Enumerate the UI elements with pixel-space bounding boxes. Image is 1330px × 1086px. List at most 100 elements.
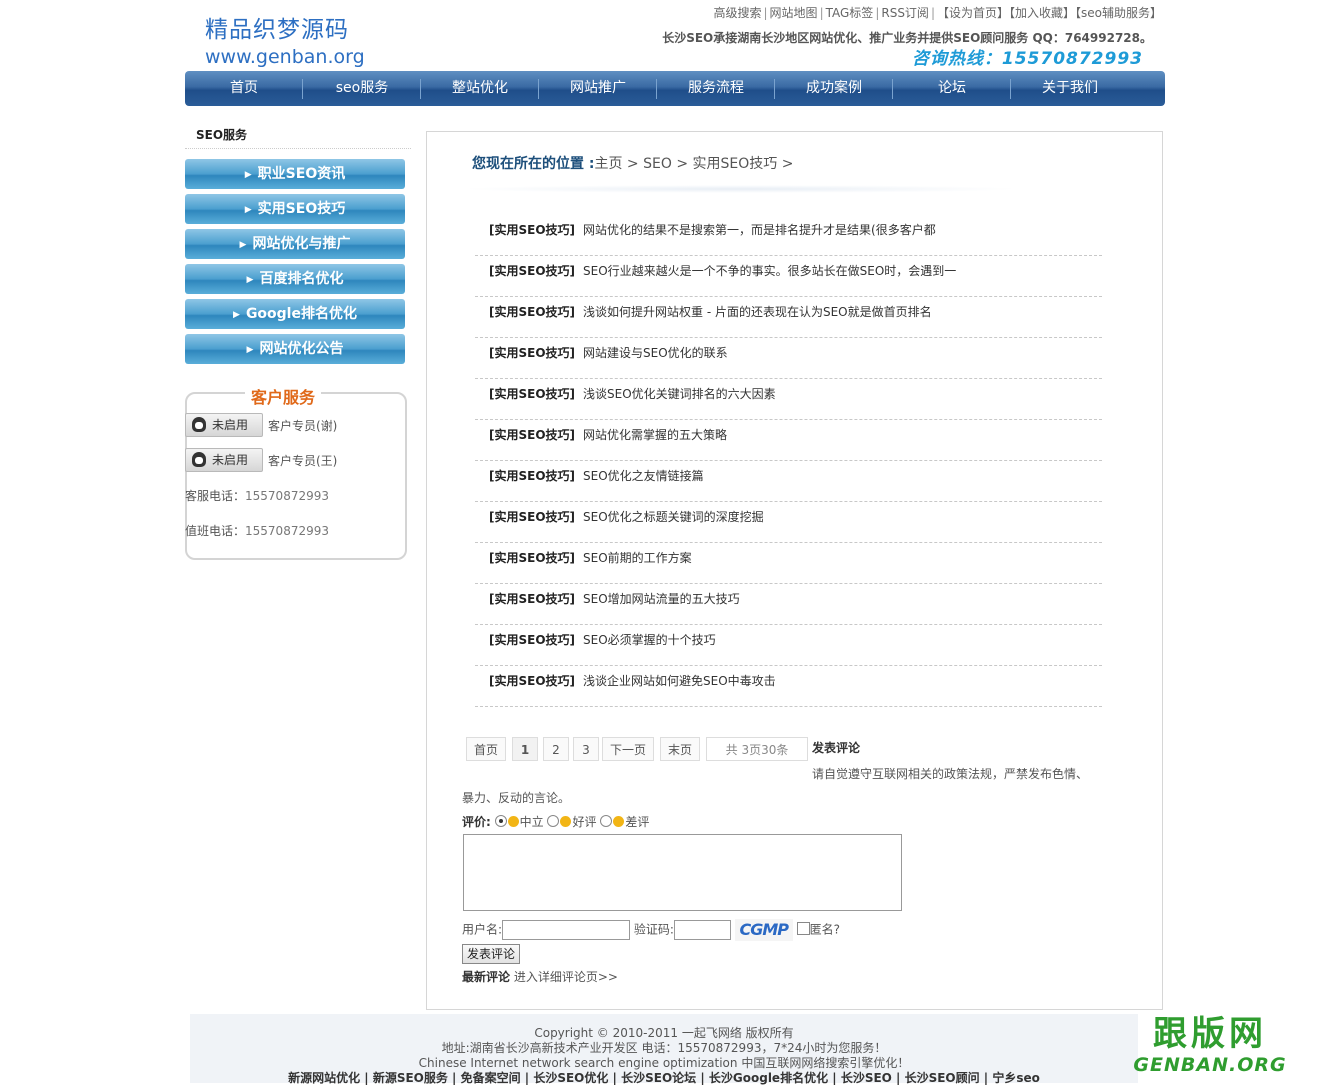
rating-bad-radio[interactable] bbox=[600, 815, 613, 827]
set-homepage-link[interactable]: 【设为首页】 bbox=[937, 6, 1009, 20]
agent-name: 客户专员(王) bbox=[268, 454, 338, 468]
page-next[interactable]: 下一页 bbox=[602, 737, 654, 761]
username-label: 用户名: bbox=[462, 922, 503, 937]
thumbs-down-icon bbox=[613, 816, 625, 827]
article-title[interactable]: 浅谈如何提升网站权重 - 片面的还表现在认为SEO就是做首页排名 bbox=[583, 305, 932, 319]
sidebar-item-seo-news[interactable]: ▶ 职业SEO资讯 bbox=[185, 159, 405, 189]
bookmark-link[interactable]: 【加入收藏】 bbox=[1009, 6, 1075, 20]
page-2[interactable]: 2 bbox=[543, 737, 569, 761]
captcha-image[interactable]: CGMP bbox=[734, 919, 793, 941]
sidebar-item-label: 网站优化公告 bbox=[259, 341, 344, 357]
article-title[interactable]: SEO必须掌握的十个技巧 bbox=[583, 633, 716, 647]
sidebar-item-announcement[interactable]: ▶ 网站优化公告 bbox=[185, 334, 405, 364]
list-item: [实用SEO技巧] 网站建设与SEO优化的联系 bbox=[475, 338, 1102, 379]
article-title[interactable]: 浅谈企业网站如何避免SEO中毒攻击 bbox=[583, 674, 776, 688]
nav-seo-service[interactable]: seo服务 bbox=[303, 71, 421, 106]
divider bbox=[185, 148, 411, 149]
advanced-search-link[interactable]: 高级搜索 bbox=[713, 6, 761, 20]
user-row: 用户名: 验证码: CGMP 匿名? bbox=[462, 919, 840, 941]
article-tag[interactable]: [实用SEO技巧] bbox=[489, 387, 575, 401]
list-item: [实用SEO技巧] SEO前期的工作方案 bbox=[475, 543, 1102, 584]
captcha-input[interactable] bbox=[673, 920, 731, 940]
article-title[interactable]: 网站优化需掌握的五大策略 bbox=[583, 428, 727, 442]
sidebar-item-seo-tips[interactable]: ▶ 实用SEO技巧 bbox=[185, 194, 405, 224]
article-title[interactable]: SEO前期的工作方案 bbox=[583, 551, 692, 565]
nav-promotion[interactable]: 网站推广 bbox=[539, 71, 657, 106]
list-item: [实用SEO技巧] 浅谈企业网站如何避免SEO中毒攻击 bbox=[475, 666, 1102, 707]
rating-row: 评价: 中立 好评 差评 bbox=[462, 813, 649, 830]
sidebar-item-label: Google排名优化 bbox=[245, 306, 357, 322]
sidebar-item-baidu[interactable]: ▶ 百度排名优化 bbox=[185, 264, 405, 294]
article-title[interactable]: SEO增加网站流量的五大技巧 bbox=[583, 592, 740, 606]
tag-link[interactable]: TAG标签 bbox=[826, 6, 874, 20]
article-title[interactable]: 网站建设与SEO优化的联系 bbox=[583, 346, 728, 360]
article-tag[interactable]: [实用SEO技巧] bbox=[489, 551, 575, 565]
list-item: [实用SEO技巧] 浅谈SEO优化关键词排名的六大因素 bbox=[475, 379, 1102, 420]
nav-forum[interactable]: 论坛 bbox=[893, 71, 1011, 106]
service-phone-label: 客服电话： bbox=[185, 489, 246, 503]
arrow-right-icon: ▶ bbox=[239, 240, 247, 250]
page-first[interactable]: 首页 bbox=[466, 737, 506, 761]
rss-link[interactable]: RSS订阅 bbox=[881, 6, 929, 20]
article-title[interactable]: SEO优化之友情链接篇 bbox=[583, 469, 704, 483]
article-tag[interactable]: [实用SEO技巧] bbox=[489, 510, 575, 524]
nav-process[interactable]: 服务流程 bbox=[657, 71, 775, 106]
page-3[interactable]: 3 bbox=[573, 737, 599, 761]
article-tag[interactable]: [实用SEO技巧] bbox=[489, 469, 575, 483]
article-title[interactable]: SEO行业越来越火是一个不争的事实。很多站长在做SEO时，会遇到一 bbox=[583, 264, 956, 278]
breadcrumb-shadow bbox=[460, 185, 1020, 193]
main-nav: 首页 seo服务 整站优化 网站推广 服务流程 成功案例 论坛 关于我们 bbox=[185, 71, 1165, 106]
comments-page-link[interactable]: 进入详细评论页>> bbox=[514, 970, 618, 984]
service-phone-number: 15570872993 bbox=[245, 489, 329, 503]
qq-status-button[interactable]: 未启用 bbox=[185, 413, 263, 437]
nav-home[interactable]: 首页 bbox=[185, 71, 303, 106]
list-item: [实用SEO技巧] SEO优化之友情链接篇 bbox=[475, 461, 1102, 502]
comment-rules-cont: 暴力、反动的言论。 bbox=[462, 791, 571, 805]
nav-site-optimization[interactable]: 整站优化 bbox=[421, 71, 539, 106]
list-item: [实用SEO技巧] 网站优化需掌握的五大策略 bbox=[475, 420, 1102, 461]
watermark-cn: 跟版网 bbox=[1153, 1014, 1267, 1054]
breadcrumb-path[interactable]: 主页 > SEO > 实用SEO技巧 > bbox=[594, 156, 793, 172]
nav-cases[interactable]: 成功案例 bbox=[775, 71, 893, 106]
arrow-right-icon: ▶ bbox=[244, 205, 252, 215]
anonymous-checkbox[interactable] bbox=[796, 921, 810, 935]
duty-phone-label: 值班电话： bbox=[185, 524, 246, 538]
comment-textarea[interactable] bbox=[463, 834, 902, 911]
page-last[interactable]: 末页 bbox=[660, 737, 700, 761]
article-tag[interactable]: [实用SEO技巧] bbox=[489, 428, 575, 442]
list-item: [实用SEO技巧] 浅谈如何提升网站权重 - 片面的还表现在认为SEO就是做首页排… bbox=[475, 297, 1102, 338]
rating-neutral-label: 中立 bbox=[519, 815, 544, 829]
username-input[interactable] bbox=[502, 920, 631, 940]
article-tag[interactable]: [实用SEO技巧] bbox=[489, 346, 575, 360]
article-tag[interactable]: [实用SEO技巧] bbox=[489, 592, 575, 606]
site-logo[interactable]: 精品织梦源码 www.genban.org bbox=[205, 10, 380, 68]
latest-comments-label: 最新评论 bbox=[462, 970, 511, 984]
article-title[interactable]: 网站优化的结果不是搜索第一，而是排名提升才是结果(很多客户都 bbox=[583, 223, 936, 237]
service-phone: 客服电话：15570872993 bbox=[185, 487, 329, 504]
article-tag[interactable]: [实用SEO技巧] bbox=[489, 674, 575, 688]
rating-good-radio[interactable] bbox=[547, 815, 560, 827]
sidebar-item-optimization[interactable]: ▶ 网站优化与推广 bbox=[185, 229, 405, 259]
article-tag[interactable]: [实用SEO技巧] bbox=[489, 223, 575, 237]
nav-about[interactable]: 关于我们 bbox=[1011, 71, 1129, 106]
article-title[interactable]: 浅谈SEO优化关键词排名的六大因素 bbox=[583, 387, 776, 401]
submit-comment-button[interactable]: 发表评论 bbox=[462, 944, 521, 964]
article-title[interactable]: SEO优化之标题关键词的深度挖掘 bbox=[583, 510, 764, 524]
article-tag[interactable]: [实用SEO技巧] bbox=[489, 305, 575, 319]
seo-service-link[interactable]: 【seo辅助服务】 bbox=[1075, 6, 1162, 20]
footer-links[interactable]: 新源网站优化 | 新源SEO服务 | 免备案空间 | 长沙SEO优化 | 长沙S… bbox=[190, 1069, 1138, 1086]
sitemap-link[interactable]: 网站地图 bbox=[770, 6, 818, 20]
qq-icon bbox=[192, 417, 206, 432]
rating-label: 评价: bbox=[462, 815, 491, 829]
article-tag[interactable]: [实用SEO技巧] bbox=[489, 264, 575, 278]
article-tag[interactable]: [实用SEO技巧] bbox=[489, 633, 575, 647]
qq-status-button[interactable]: 未启用 bbox=[185, 448, 263, 472]
qq-status-label: 未启用 bbox=[212, 453, 249, 467]
page-1[interactable]: 1 bbox=[512, 737, 538, 761]
rating-neutral-radio[interactable] bbox=[494, 815, 507, 827]
rating-bad-label: 差评 bbox=[625, 815, 650, 829]
breadcrumb-label: 您现在所在的位置 : bbox=[472, 156, 595, 172]
sidebar-item-google[interactable]: ▶ Google排名优化 bbox=[185, 299, 405, 329]
logo-text-cn: 精品织梦源码 bbox=[205, 17, 349, 43]
page-info: 共 3页30条 bbox=[706, 737, 808, 761]
